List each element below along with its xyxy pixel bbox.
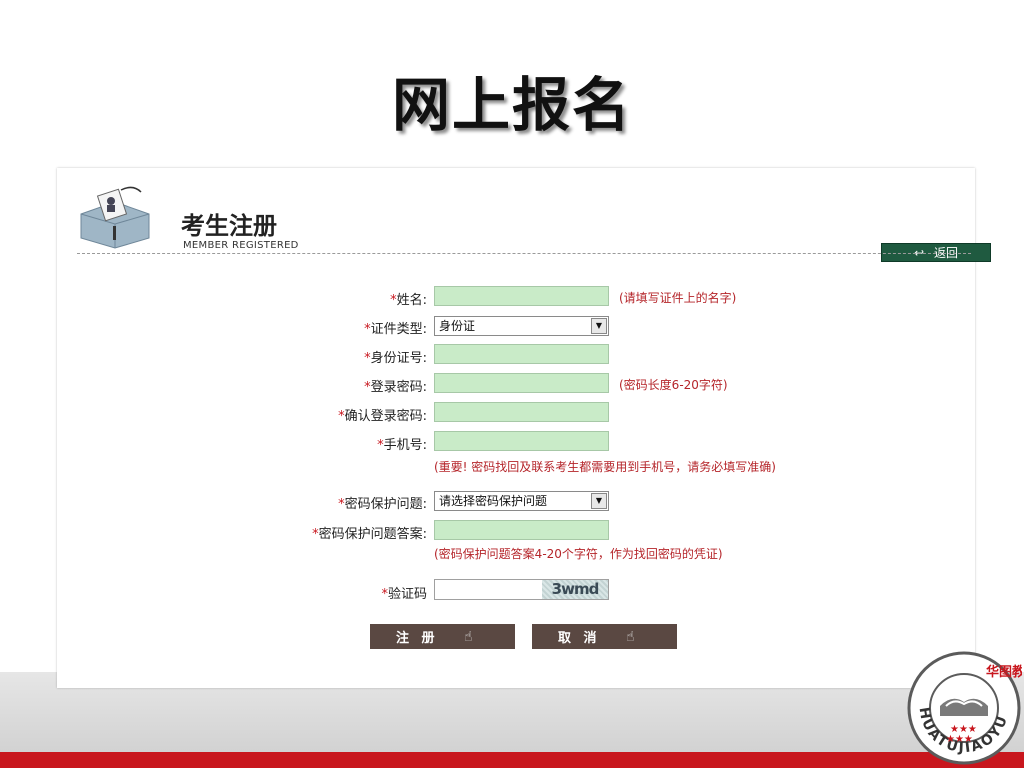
logo-chinese-text: 华图教育 [986,664,1022,680]
panel-header: 考生注册 MEMBER REGISTERED ↩ 返回 [77,182,991,262]
header-title: 考生注册 [181,211,277,240]
cancel-button-label: 取 消 [558,631,601,646]
mobile-label-text: 手机号: [383,438,427,453]
header-subtitle: MEMBER REGISTERED [183,240,299,251]
dropdown-arrow-icon[interactable]: ▼ [591,318,607,334]
slide-title: 网上报名 [391,71,632,139]
id-number-input[interactable] [434,344,609,364]
pointer-hand-icon: ☝ [626,629,635,645]
security-answer-label: *密码保护问题答案: [57,523,427,542]
password-hint: (密码长度6-20字符) [619,378,728,392]
security-answer-label-text: 密码保护问题答案: [318,527,427,542]
captcha-label-text: 验证码 [387,587,427,602]
captcha-label: *验证码 [57,583,427,602]
name-hint: (请填写证件上的名字) [619,291,737,305]
security-question-label: *密码保护问题: [57,493,427,512]
id-card-folder-icon [80,186,150,249]
id-type-label-text: 证件类型: [370,322,427,337]
header-divider [77,253,971,254]
security-question-select[interactable]: 请选择密码保护问题 ▼ [434,491,609,511]
register-button[interactable]: 注 册 ☝ [370,624,515,649]
name-label-text: 姓名: [396,293,427,308]
id-number-label-text: 身份证号: [370,351,427,366]
registration-panel: 考生注册 MEMBER REGISTERED ↩ 返回 *姓名: (请填写证件上… [57,168,991,688]
password-input[interactable] [434,373,609,393]
password-label-text: 登录密码: [370,380,427,395]
svg-text:★★★: ★★★ [946,734,973,745]
dropdown-arrow-icon[interactable]: ▼ [591,493,607,509]
slide-footer-bar [0,752,1024,768]
security-question-selected-value: 请选择密码保护问题 [439,494,548,508]
password-confirm-label-text: 确认登录密码: [344,409,427,424]
captcha-input[interactable]: 3wmd [434,579,609,600]
name-input[interactable] [434,286,609,306]
mobile-input[interactable] [434,431,609,451]
name-label: *姓名: [57,289,427,308]
mobile-label: *手机号: [57,434,427,453]
huatu-logo: HUATUJIAOYU 华图教育 ★★★ ★★★ [907,651,1022,765]
register-button-label: 注 册 [396,631,439,646]
id-type-label: *证件类型: [57,318,427,337]
password-confirm-input[interactable] [434,402,609,422]
pointer-hand-icon: ☝ [464,629,473,645]
cancel-button[interactable]: 取 消 ☝ [532,624,677,649]
security-answer-input[interactable] [434,520,609,540]
id-type-selected-value: 身份证 [439,319,476,333]
password-label: *登录密码: [57,376,427,395]
captcha-image[interactable]: 3wmd [542,580,608,599]
security-answer-hint: (密码保护问题答案4-20个字符，作为找回密码的凭证) [434,547,723,561]
id-type-select[interactable]: 身份证 ▼ [434,316,609,336]
id-number-label: *身份证号: [57,347,427,366]
security-question-label-text: 密码保护问题: [344,497,427,512]
password-confirm-label: *确认登录密码: [57,405,427,424]
mobile-hint: (重要! 密码找回及联系考生都需要用到手机号，请务必填写准确) [434,460,776,474]
